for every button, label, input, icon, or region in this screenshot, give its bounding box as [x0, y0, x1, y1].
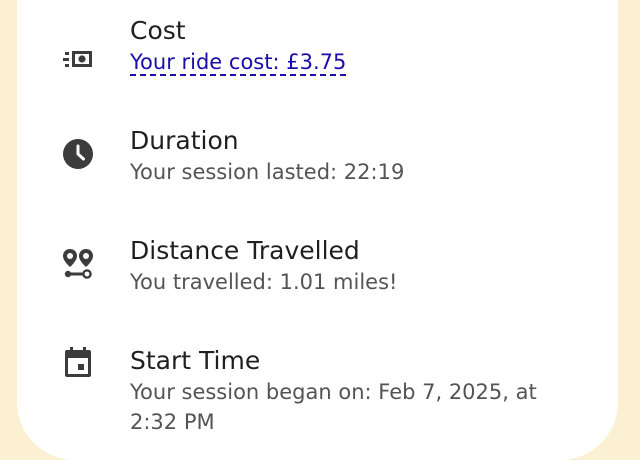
route-pins-icon: [63, 249, 93, 279]
start-time-title: Start Time: [130, 346, 261, 375]
cost-value[interactable]: Your ride cost: £3.75: [130, 47, 347, 77]
cash-icon: [63, 51, 92, 67]
distance-title: Distance Travelled: [130, 236, 360, 265]
calendar-icon: [65, 347, 91, 377]
duration-row: Duration Your session lasted: 22:19: [0, 124, 640, 204]
start-time-value-line1: Your session began on: Feb 7, 2025, at: [130, 380, 537, 404]
duration-title: Duration: [130, 126, 239, 155]
clock-icon: [63, 139, 93, 169]
ride-cost-link[interactable]: Your ride cost: £3.75: [130, 50, 347, 76]
cost-title: Cost: [130, 16, 186, 45]
start-time-value-line2: 2:32 PM: [130, 410, 215, 434]
distance-value: You travelled: 1.01 miles!: [130, 270, 398, 294]
duration-value: Your session lasted: 22:19: [130, 160, 405, 184]
distance-row: Distance Travelled You travelled: 1.01 m…: [0, 234, 640, 314]
start-time-row: Start Time Your session began on: Feb 7,…: [0, 344, 640, 434]
cost-row: Cost Your ride cost: £3.75: [0, 14, 640, 94]
